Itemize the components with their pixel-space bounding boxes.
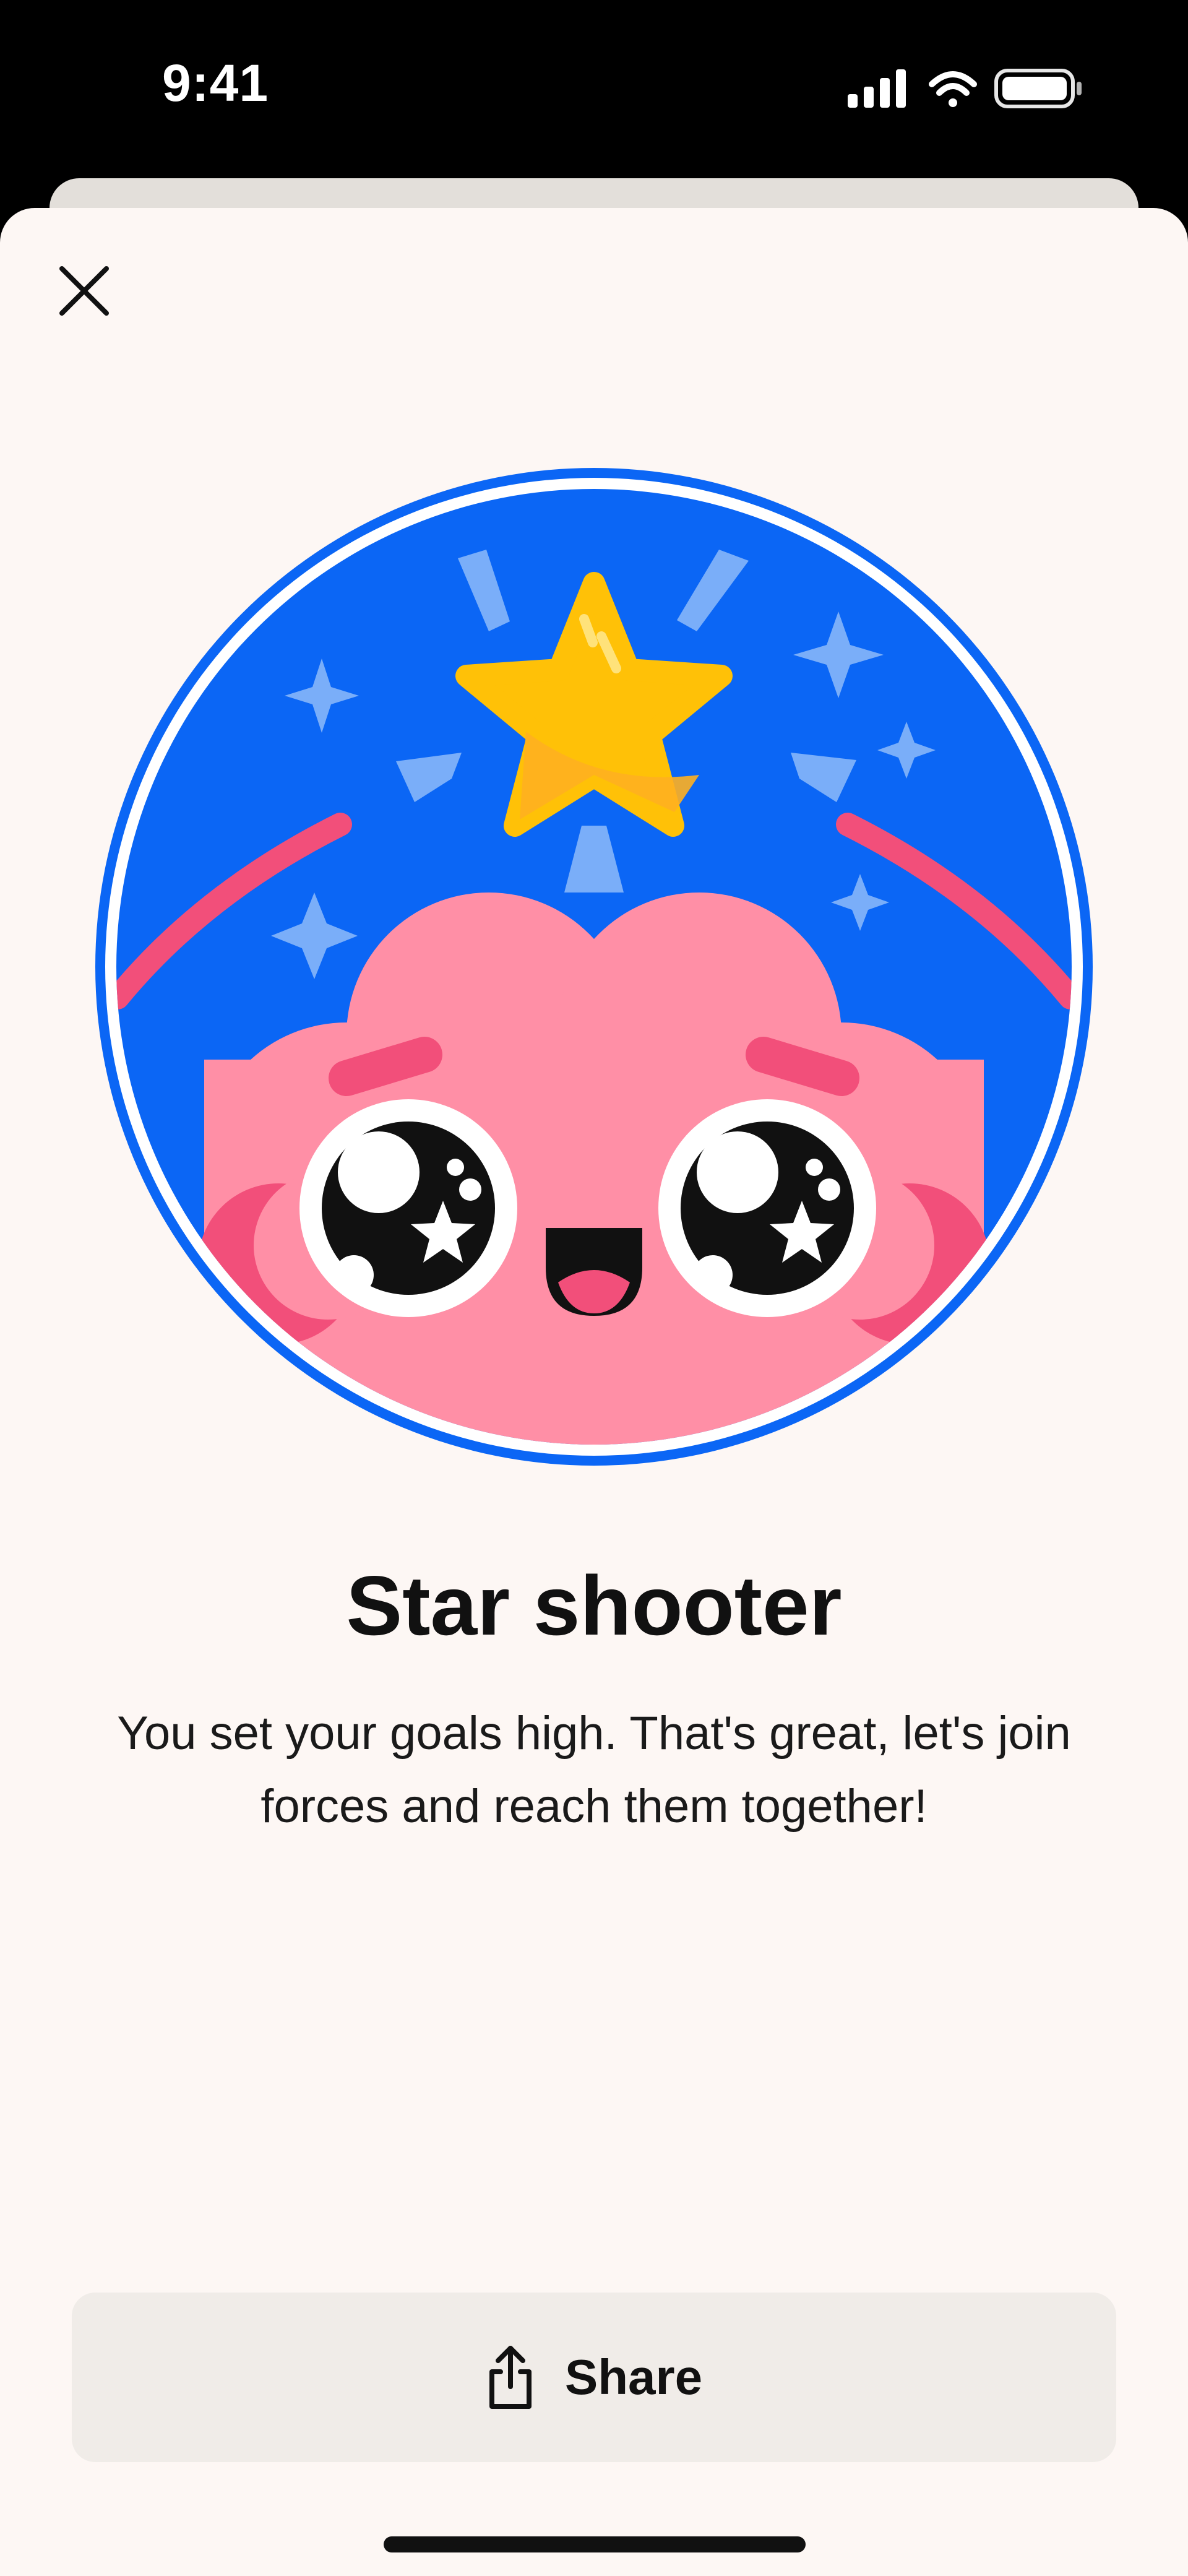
share-icon (486, 2343, 535, 2411)
wifi-icon (929, 71, 977, 107)
status-bar: 9:41 (0, 0, 1188, 179)
star-shooter-illustration (95, 468, 1093, 1466)
share-label: Share (564, 2349, 703, 2405)
battery-icon (994, 69, 1082, 108)
close-button[interactable] (50, 256, 119, 326)
share-button[interactable]: Share (72, 2293, 1116, 2462)
close-icon (59, 266, 109, 316)
status-time: 9:41 (162, 54, 269, 112)
cellular-signal-icon (848, 69, 906, 108)
achievement-title: Star shooter (346, 1558, 842, 1653)
home-indicator[interactable] (384, 2536, 806, 2552)
achievement-description: You set your goals high. That's great, l… (117, 1707, 1071, 1833)
status-icons (848, 67, 1089, 110)
achievement-badge (93, 465, 1095, 1468)
